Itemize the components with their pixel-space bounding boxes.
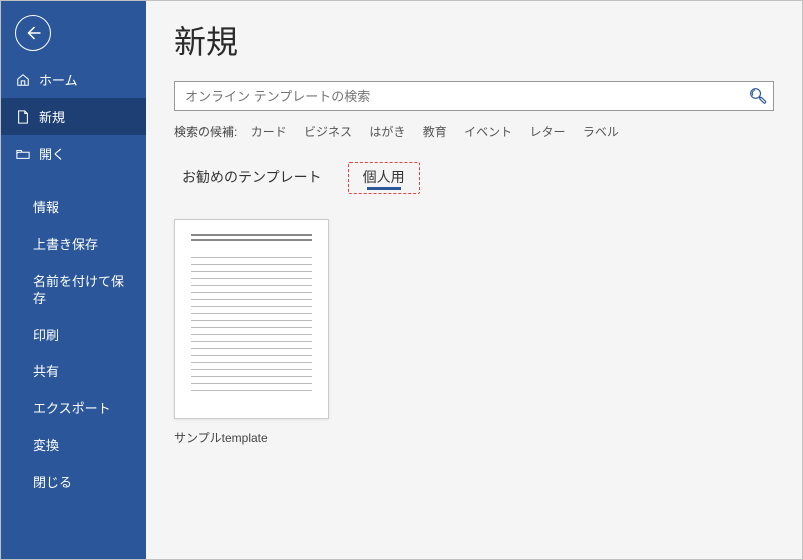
suggestion-letter[interactable]: レター (529, 125, 565, 139)
template-tabs: お勧めのテンプレート 個人用 (174, 162, 774, 194)
search-box: 🔍︎ (174, 81, 774, 111)
suggestion-label[interactable]: ラベル (583, 125, 619, 139)
arrow-left-icon (24, 24, 42, 42)
search-input[interactable] (175, 82, 743, 110)
sub-save[interactable]: 上書き保存 (1, 227, 146, 264)
nav-open-label: 開く (39, 144, 65, 163)
search-suggestions: 検索の候補: カード ビジネス はがき 教育 イベント レター ラベル (174, 123, 774, 140)
template-label: サンプルtemplate (174, 429, 329, 446)
sub-close[interactable]: 閉じる (1, 465, 146, 502)
sidebar-sub-items: 情報 上書き保存 名前を付けて保存 印刷 共有 エクスポート 変換 閉じる (1, 190, 146, 502)
page-title: 新規 (174, 17, 774, 63)
sidebar: ホーム 新規 開く 情報 上書き保存 名前を付けて保存 印刷 共有 エクスポート… (1, 1, 146, 559)
search-icon: 🔍︎ (748, 87, 767, 105)
home-icon (15, 72, 31, 88)
suggestion-postcard[interactable]: はがき (369, 125, 405, 139)
document-icon (15, 109, 31, 125)
sub-convert[interactable]: 変換 (1, 428, 146, 465)
main-content: 新規 🔍︎ 検索の候補: カード ビジネス はがき 教育 イベント レター ラベ… (146, 1, 802, 559)
folder-open-icon (15, 146, 31, 162)
sub-print[interactable]: 印刷 (1, 318, 146, 355)
suggestions-label: 検索の候補: (174, 125, 237, 139)
nav-open[interactable]: 開く (1, 135, 146, 172)
search-button[interactable]: 🔍︎ (743, 82, 773, 110)
tab-personal[interactable]: 個人用 (348, 162, 420, 194)
nav-home-label: ホーム (39, 70, 78, 89)
nav-new[interactable]: 新規 (1, 98, 146, 135)
template-thumbnail (174, 219, 329, 419)
suggestion-card[interactable]: カード (251, 125, 287, 139)
suggestion-event[interactable]: イベント (464, 125, 512, 139)
suggestion-business[interactable]: ビジネス (304, 125, 352, 139)
sub-info[interactable]: 情報 (1, 190, 146, 227)
back-button[interactable] (15, 15, 51, 51)
nav-home[interactable]: ホーム (1, 61, 146, 98)
template-item-sample[interactable]: サンプルtemplate (174, 219, 329, 446)
sub-saveas[interactable]: 名前を付けて保存 (1, 264, 146, 318)
tab-recommended[interactable]: お勧めのテンプレート (174, 163, 330, 193)
sub-export[interactable]: エクスポート (1, 391, 146, 428)
nav-new-label: 新規 (39, 107, 65, 126)
template-grid: サンプルtemplate (174, 219, 774, 446)
suggestion-education[interactable]: 教育 (423, 125, 447, 139)
sub-share[interactable]: 共有 (1, 354, 146, 391)
